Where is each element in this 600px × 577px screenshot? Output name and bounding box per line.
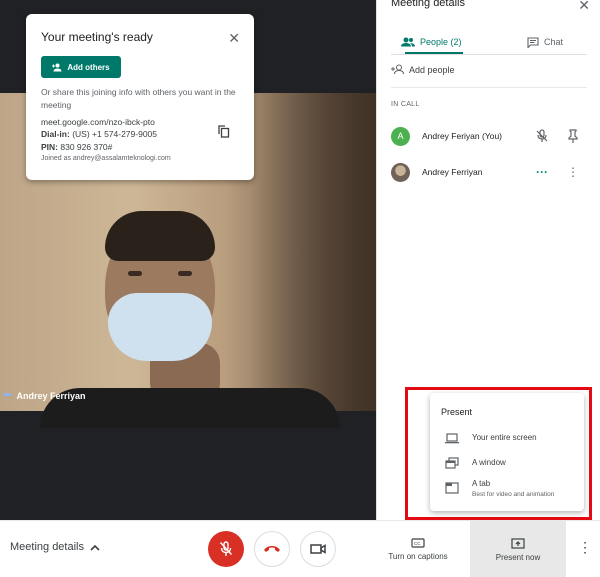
tab-chat[interactable]: Chat [527,30,563,54]
meeting-details-label: Meeting details [10,541,84,553]
participant-name: Andrey Ferriyan [422,167,483,177]
present-now-label: Present now [495,552,541,562]
menu-item-text: A tab Best for video and animation [472,478,554,500]
mic-off-icon [536,129,548,142]
add-people-label: Add people [409,64,455,75]
captions-button[interactable]: CC Turn on captions [376,521,460,577]
pin-label: PIN: [41,142,58,152]
add-others-button[interactable]: Add others [41,56,121,78]
dial-in-value: (US) +1 574-279-9005 [72,129,158,139]
mic-off-icon [219,541,233,556]
dial-in-label: Dial-in: [41,129,70,139]
more-vert-icon[interactable]: ⋮ [566,165,580,179]
menu-item-label: Your entire screen [472,433,537,442]
meeting-details-button[interactable]: Meeting details [10,541,100,553]
participant-name: Andrey Ferriyan [16,390,86,401]
participant-name-tag: ••• Andrey Ferriyan [3,390,86,401]
bottom-toolbar: Meeting details CC Turn on captions Pres… [0,520,600,577]
participant-row[interactable]: A Andrey Feriyan (You) [391,124,587,148]
divider [391,87,587,88]
pin-icon[interactable] [566,129,580,143]
window-icon [445,457,459,469]
dial-in-info: Dial-in: (US) +1 574-279-9005 [41,129,157,139]
present-now-button[interactable]: Present now [470,521,566,577]
meeting-link[interactable]: meet.google.com/nzo-ibck-pto [41,117,155,127]
audio-level-icon: ··· [536,165,548,179]
menu-item-label: A tab [472,479,491,488]
closed-captions-icon: CC [411,538,425,548]
videocam-icon [310,544,326,554]
meeting-ready-card: Your meeting's ready ✕ Add others Or sha… [26,14,254,180]
hang-up-button[interactable] [254,531,290,567]
menu-item-subtitle: Best for video and animation [472,491,555,498]
panel-title: Meeting details [391,0,465,9]
video-person-eye [178,271,192,276]
tab-people[interactable]: People (2) [401,30,462,54]
avatar [391,162,410,182]
audio-level-icon: ••• [3,390,11,401]
call-end-icon [264,546,280,552]
svg-text:CC: CC [414,541,421,546]
present-menu: Present Your entire screen A window A ta… [430,393,584,511]
video-person-hair [105,211,215,261]
captions-label: Turn on captions [388,552,448,561]
close-icon[interactable]: ✕ [578,0,590,14]
mic-toggle-button[interactable] [208,531,244,567]
menu-item-entire-screen[interactable]: Your entire screen [445,432,537,444]
participant-name: Andrey Feriyan (You) [422,131,503,141]
tab-people-label: People (2) [420,37,462,47]
chat-icon [527,36,539,48]
add-person-icon [52,63,62,71]
participant-row[interactable]: Andrey Ferriyan ··· ⋮ [391,160,587,184]
card-description: Or share this joining info with others y… [41,87,236,110]
people-icon [401,37,415,47]
avatar: A [391,126,410,146]
menu-item-label: A window [472,458,506,467]
close-icon[interactable]: ✕ [228,31,240,45]
add-person-icon [391,64,404,75]
copy-icon[interactable] [218,125,230,138]
tab-icon [445,482,459,494]
video-background-shadow [250,93,376,411]
present-menu-title: Present [441,407,473,417]
present-to-all-icon [511,537,525,549]
add-people-button[interactable]: Add people [391,64,455,75]
menu-item-window[interactable]: A window [445,457,506,469]
pin-info: PIN: 830 926 370# [41,142,112,152]
tab-chat-label: Chat [544,37,564,47]
video-person-eye [128,271,142,276]
laptop-icon [445,433,459,444]
joined-as-text: Joined as andrey@assalamteknologi.com [41,155,171,162]
more-options-icon[interactable]: ⋮ [578,540,592,554]
tab-divider [391,54,587,55]
camera-toggle-button[interactable] [300,531,336,567]
add-others-label: Add others [67,62,110,72]
pin-value: 830 926 370# [60,142,113,152]
card-title: Your meeting's ready [41,30,153,44]
menu-item-tab[interactable]: A tab Best for video and animation [445,478,554,500]
in-call-section-label: IN CALL [391,101,420,108]
chevron-up-icon [90,544,100,551]
video-person-mask [108,293,212,361]
